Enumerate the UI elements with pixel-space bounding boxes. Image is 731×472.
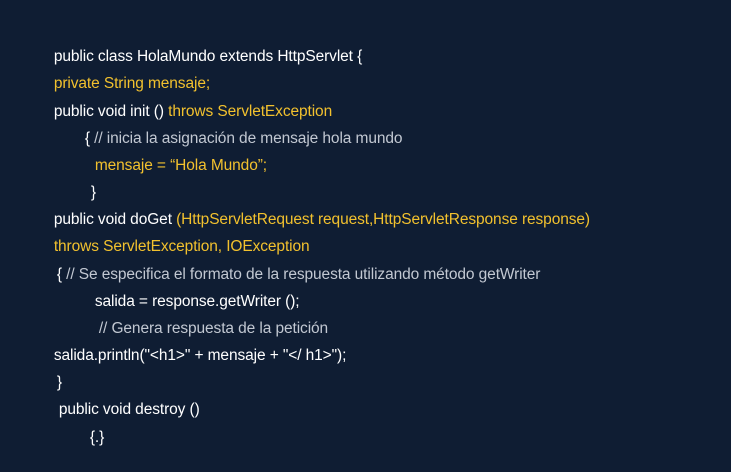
code-token: { bbox=[56, 266, 67, 283]
code-line-5: mensaje = “Hola Mundo”; bbox=[78, 125, 267, 174]
code-line-11: // Genera respuesta de la petición bbox=[82, 288, 328, 337]
code-line-6: } bbox=[74, 152, 96, 201]
code-token: {.} bbox=[89, 429, 105, 446]
code-line-14: public void destroy () bbox=[42, 369, 200, 418]
code-line-7: public void doGet (HttpServletRequest re… bbox=[37, 179, 590, 228]
code-line-10: salida = response.getWriter (); bbox=[78, 261, 300, 310]
code-line-12: salida.println("<h1>" + mensaje + "</ h1… bbox=[37, 315, 347, 364]
code-line-4: { // inicia la asignación de mensaje hol… bbox=[68, 98, 403, 147]
code-line-15: {.} bbox=[73, 397, 104, 446]
code-line-3: public void init () throws ServletExcept… bbox=[37, 71, 332, 120]
code-line-2: private String mensaje; bbox=[37, 43, 210, 92]
code-block: public class HolaMundo extends HttpServl… bbox=[0, 0, 731, 472]
code-token: salida.println("<h1>" + mensaje + "</ h1… bbox=[53, 347, 347, 364]
code-line-1: public class HolaMundo extends HttpServl… bbox=[37, 16, 362, 65]
code-line-13: } bbox=[40, 342, 62, 391]
code-token: mensaje = “Hola Mundo”; bbox=[94, 157, 267, 174]
code-line-9: { // Se especifica el formato de la resp… bbox=[40, 234, 541, 283]
code-line-8: throws ServletException, IOException bbox=[37, 206, 310, 255]
